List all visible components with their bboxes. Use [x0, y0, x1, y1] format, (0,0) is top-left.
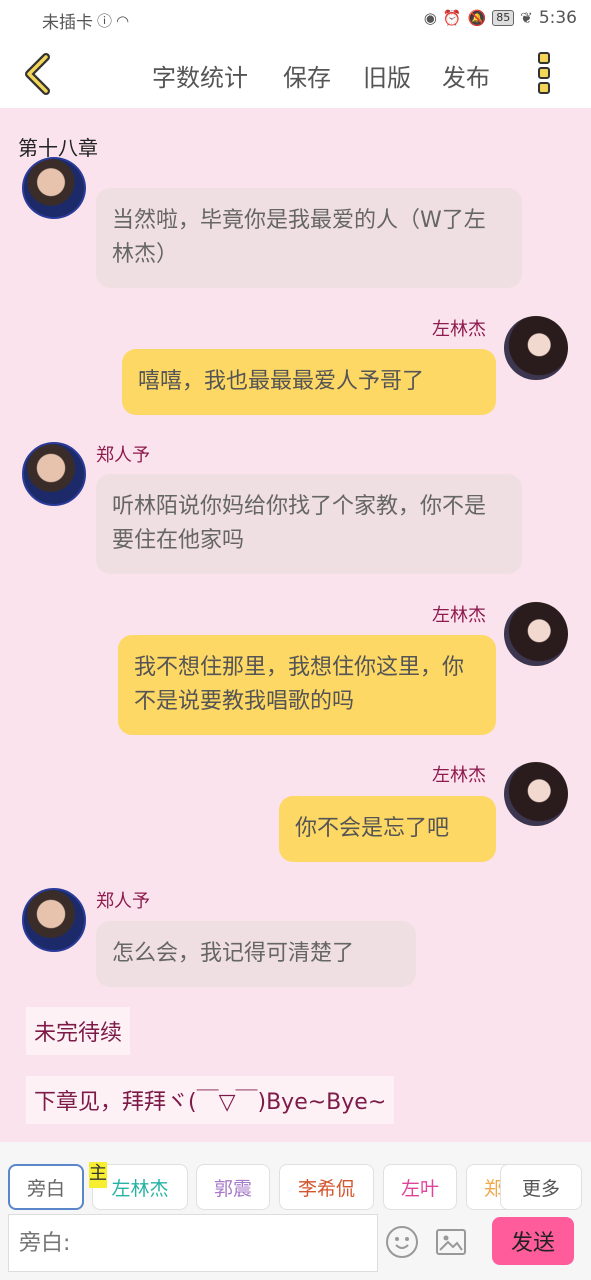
role-chip-zuoye[interactable]: 左叶 [383, 1164, 457, 1210]
chip-label: 左林杰 [111, 1177, 169, 1200]
narration-note: 未完待续 [26, 1007, 131, 1055]
status-right: ◉ ⏰ 🔕 85 ❦ 5:36 [424, 8, 577, 28]
role-chip-lixikan[interactable]: 李希侃 [279, 1164, 374, 1210]
eye-icon: ◉ [423, 9, 437, 27]
message-bubble: 当然啦，毕竟你是我最爱的人（W了左林杰） [96, 188, 522, 288]
message-input[interactable] [8, 1214, 378, 1272]
message-bubble: 听林陌说你妈给你找了个家教，你不是要住在他家吗 [96, 474, 522, 574]
avatar-zheng[interactable] [22, 157, 86, 219]
mute-icon: 🔕 [467, 9, 487, 27]
message-bubble: 我不想住那里，我想住你这里，你不是说要教我唱歌的吗 [118, 635, 496, 735]
chip-label: 左叶 [400, 1177, 439, 1200]
more-menu-button[interactable] [530, 52, 558, 98]
smiley-icon [395, 1237, 409, 1249]
publish-button[interactable]: 发布 [442, 58, 490, 93]
alarm-icon: ⏰ [442, 9, 462, 27]
role-chip-narration[interactable]: 旁白 [8, 1164, 84, 1210]
main-role-badge: 主 [89, 1162, 107, 1188]
status-bar: 未插卡 ⓘ ◠ ◉ ⏰ 🔕 85 ❦ 5:36 [0, 0, 591, 40]
chip-label: 郭震 [213, 1177, 252, 1200]
send-label: 发送 [510, 1231, 555, 1256]
avatar-zuo[interactable] [504, 316, 568, 380]
more-dots-icon [538, 52, 550, 64]
sender-name: 左林杰 [432, 319, 486, 340]
chip-label: 旁白 [26, 1177, 65, 1200]
sender-name: 左林杰 [432, 765, 486, 786]
avatar-zheng[interactable] [22, 442, 86, 506]
sender-name: 左林杰 [432, 605, 486, 626]
image-button[interactable] [436, 1229, 466, 1255]
avatar-zheng[interactable] [22, 888, 86, 952]
chip-label: 李希侃 [297, 1177, 355, 1200]
sim-alert-icon: ⓘ [97, 12, 113, 30]
more-dots-icon-middle [538, 67, 550, 79]
sender-name: 郑人予 [96, 891, 150, 912]
word-count-button[interactable]: 字数统计 [152, 58, 248, 93]
role-chip-guozhen[interactable]: 郭震 [196, 1164, 270, 1210]
wifi-icon: ◠ [116, 11, 130, 30]
send-button[interactable]: 发送 [492, 1217, 574, 1265]
avatar-zuo[interactable] [504, 762, 568, 826]
status-left: 未插卡 ⓘ ◠ [42, 8, 130, 34]
more-dots-icon-bottom [538, 82, 550, 94]
message-bubble: 嘻嘻，我也最最最爱人予哥了 [122, 349, 496, 415]
clock: 5:36 [538, 8, 577, 28]
emoji-button[interactable] [386, 1226, 418, 1258]
save-button[interactable]: 保存 [283, 58, 331, 93]
image-icon [439, 1235, 463, 1251]
more-roles-button[interactable]: 更多 [500, 1164, 582, 1210]
top-toolbar: 字数统计 保存 旧版 发布 [0, 40, 591, 108]
battery-level: 85 [492, 10, 515, 26]
avatar-zuo[interactable] [504, 602, 568, 666]
old-version-button[interactable]: 旧版 [363, 58, 411, 93]
narration-note: 下章见，拜拜ヾ(￣▽￣)Bye~Bye~ [26, 1076, 395, 1124]
leaf-icon: ❦ [520, 9, 533, 27]
chevron-left-icon [25, 53, 50, 95]
more-label: 更多 [521, 1177, 560, 1200]
sender-name: 郑人予 [96, 445, 150, 466]
back-button[interactable] [20, 52, 60, 96]
message-bubble: 你不会是忘了吧 [279, 796, 496, 862]
message-bubble: 怎么会，我记得可清楚了 [96, 921, 416, 987]
carrier-text: 未插卡 [42, 13, 93, 33]
